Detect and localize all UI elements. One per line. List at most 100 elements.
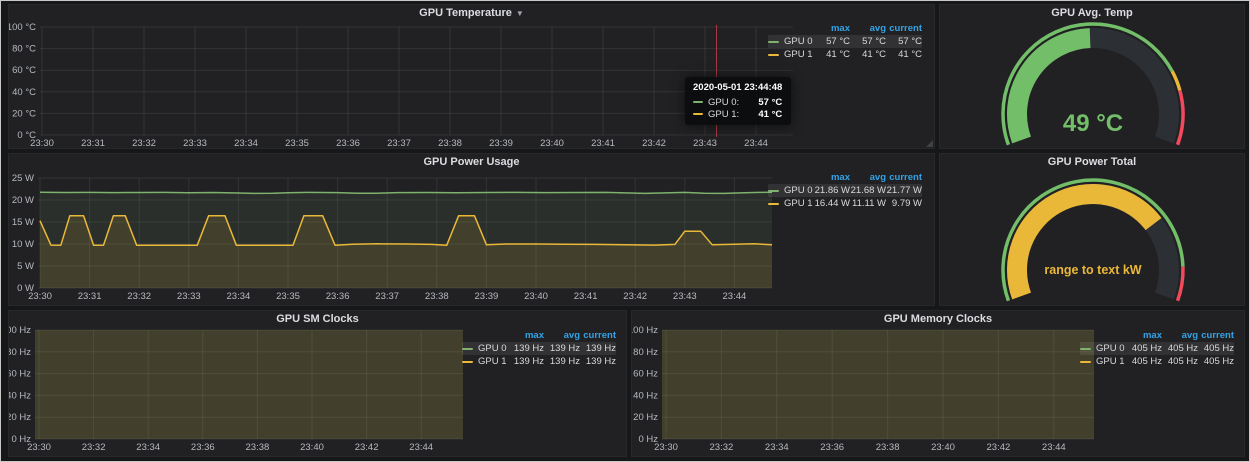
x-axis-label: 23:30: [27, 442, 51, 453]
legend-column-header: max: [508, 329, 544, 342]
legend-stat-value: 41 °C: [850, 48, 886, 61]
x-axis-label: 23:33: [183, 138, 207, 149]
legend-header: maxavgcurrent: [768, 171, 922, 184]
panel-title-text: GPU Avg. Temp: [1051, 7, 1133, 19]
x-axis-label: 23:34: [136, 442, 160, 453]
legend-column-header: current: [580, 329, 616, 342]
legend-series-toggle[interactable]: GPU 0: [768, 35, 814, 48]
panel-gpu-sm-clocks: GPU SM Clocks 0 Hz20 Hz40 Hz60 Hz80 Hz10…: [8, 310, 627, 457]
tooltip-timestamp: 2020-05-01 23:44:48: [693, 82, 782, 93]
panel-gpu-power-usage: GPU Power Usage 0 W5 W10 W15 W20 W25 W23…: [8, 153, 935, 306]
y-axis-label: 20 Hz: [9, 412, 31, 423]
y-axis-label: 80 Hz: [633, 347, 658, 358]
series-area-gpu-1: [35, 311, 463, 439]
x-axis-label: 23:39: [489, 138, 513, 149]
x-axis-label: 23:44: [1042, 442, 1066, 453]
series-swatch: [1080, 361, 1091, 363]
legend-series-toggle[interactable]: GPU 0: [768, 184, 814, 197]
legend-stat-value: 11.11 W: [850, 197, 886, 210]
legend-series-toggle[interactable]: GPU 0: [1080, 342, 1126, 355]
panel-resize-handle[interactable]: [926, 140, 933, 147]
y-axis-label: 5 W: [17, 261, 34, 272]
legend-stat-value: 139 Hz: [580, 342, 616, 355]
dashboard: GPU Temperature▼ 0 °C20 °C40 °C60 °C80 °…: [0, 0, 1250, 462]
x-axis-label: 23:38: [438, 138, 462, 149]
legend-stat-value: 405 Hz: [1162, 355, 1198, 368]
x-axis-label: 23:34: [765, 442, 789, 453]
x-axis-label: 23:38: [876, 442, 900, 453]
legend-stat-value: 405 Hz: [1162, 342, 1198, 355]
x-axis-label: 23:31: [78, 291, 102, 302]
panel-title-gpu-avg-temp[interactable]: GPU Avg. Temp: [940, 5, 1244, 21]
x-axis-label: 23:36: [326, 291, 350, 302]
legend-series-toggle[interactable]: GPU 1: [1080, 355, 1126, 368]
x-axis-label: 23:40: [524, 291, 548, 302]
legend-row: GPU 141 °C41 °C41 °C: [768, 48, 922, 61]
y-axis-label: 40 Hz: [633, 390, 658, 401]
x-axis-label: 23:34: [227, 291, 251, 302]
x-axis-label: 23:41: [574, 291, 598, 302]
legend-stat-value: 405 Hz: [1126, 355, 1162, 368]
panel-title-gpu-power-usage[interactable]: GPU Power Usage: [9, 154, 934, 170]
legend-column-header: current: [886, 171, 922, 184]
y-axis-label: 40 °C: [12, 87, 36, 98]
panel-gpu-temperature: GPU Temperature▼ 0 °C20 °C40 °C60 °C80 °…: [8, 4, 935, 149]
x-axis-label: 23:30: [30, 138, 54, 149]
x-axis-label: 23:32: [132, 138, 156, 149]
series-swatch: [462, 361, 473, 363]
y-axis-label: 40 Hz: [9, 390, 31, 401]
legend-series-toggle[interactable]: GPU 1: [768, 48, 814, 61]
legend-stat-value: 16.44 W: [814, 197, 850, 210]
panel-title-text: GPU SM Clocks: [276, 313, 359, 325]
x-axis-label: 23:42: [355, 442, 379, 453]
x-axis-label: 23:40: [300, 442, 324, 453]
legend-series-toggle[interactable]: GPU 1: [462, 355, 508, 368]
x-axis-label: 23:32: [127, 291, 151, 302]
gauge-value-arc: [1017, 194, 1154, 296]
x-axis-label: 23:38: [425, 291, 449, 302]
y-axis-label: 15 W: [12, 217, 34, 228]
panel-title-gpu-memory-clocks[interactable]: GPU Memory Clocks: [632, 311, 1244, 327]
x-axis-label: 23:43: [673, 291, 697, 302]
legend-series-toggle[interactable]: GPU 0: [462, 342, 508, 355]
x-axis-label: 23:30: [654, 442, 678, 453]
panel-gpu-avg-temp: GPU Avg. Temp 49 °C: [939, 4, 1245, 149]
legend-header: maxavgcurrent: [1080, 329, 1234, 342]
series-swatch: [693, 113, 703, 115]
x-axis-label: 23:39: [475, 291, 499, 302]
x-axis-label: 23:37: [375, 291, 399, 302]
legend-stat-value: 57 °C: [886, 35, 922, 48]
series-swatch: [1080, 348, 1091, 350]
x-axis-label: 23:30: [28, 291, 52, 302]
legend-stat-value: 21.68 W: [850, 184, 886, 197]
x-axis-label: 23:36: [191, 442, 215, 453]
legend-stat-value: 21.86 W: [814, 184, 850, 197]
y-axis-label: 60 °C: [12, 65, 36, 76]
panel-title-gpu-power-total[interactable]: GPU Power Total: [940, 154, 1244, 170]
legend-row: GPU 1405 Hz405 Hz405 Hz: [1080, 355, 1234, 368]
x-axis-label: 23:42: [642, 138, 666, 149]
legend-row: GPU 057 °C57 °C57 °C: [768, 35, 922, 48]
x-axis-label: 23:36: [820, 442, 844, 453]
tooltip-row: GPU 0: 57 °C: [693, 96, 782, 108]
legend-column-header: max: [814, 22, 850, 35]
panel-title-gpu-sm-clocks[interactable]: GPU SM Clocks: [9, 311, 626, 327]
x-axis-label: 23:34: [234, 138, 258, 149]
x-axis-label: 23:38: [246, 442, 270, 453]
y-axis-label: 100 °C: [9, 22, 36, 33]
legend-column-header: current: [1198, 329, 1234, 342]
legend-series-toggle[interactable]: GPU 1: [768, 197, 814, 210]
legend-row: GPU 0139 Hz139 Hz139 Hz: [462, 342, 616, 355]
legend-row: GPU 0405 Hz405 Hz405 Hz: [1080, 342, 1234, 355]
panel-title-gpu-temperature[interactable]: GPU Temperature▼: [9, 5, 934, 21]
legend-column-header: max: [814, 171, 850, 184]
panel-title-text: GPU Power Total: [1048, 156, 1136, 168]
series-swatch: [693, 101, 703, 103]
legend-column-header: avg: [544, 329, 580, 342]
x-axis-label: 23:37: [387, 138, 411, 149]
y-axis-label: 20 Hz: [633, 412, 658, 423]
gauge-value-text: range to text kW: [1044, 263, 1141, 277]
series-swatch: [768, 203, 779, 205]
y-axis-label: 20 W: [12, 195, 34, 206]
gauge-value-text: 49 °C: [1063, 110, 1123, 137]
